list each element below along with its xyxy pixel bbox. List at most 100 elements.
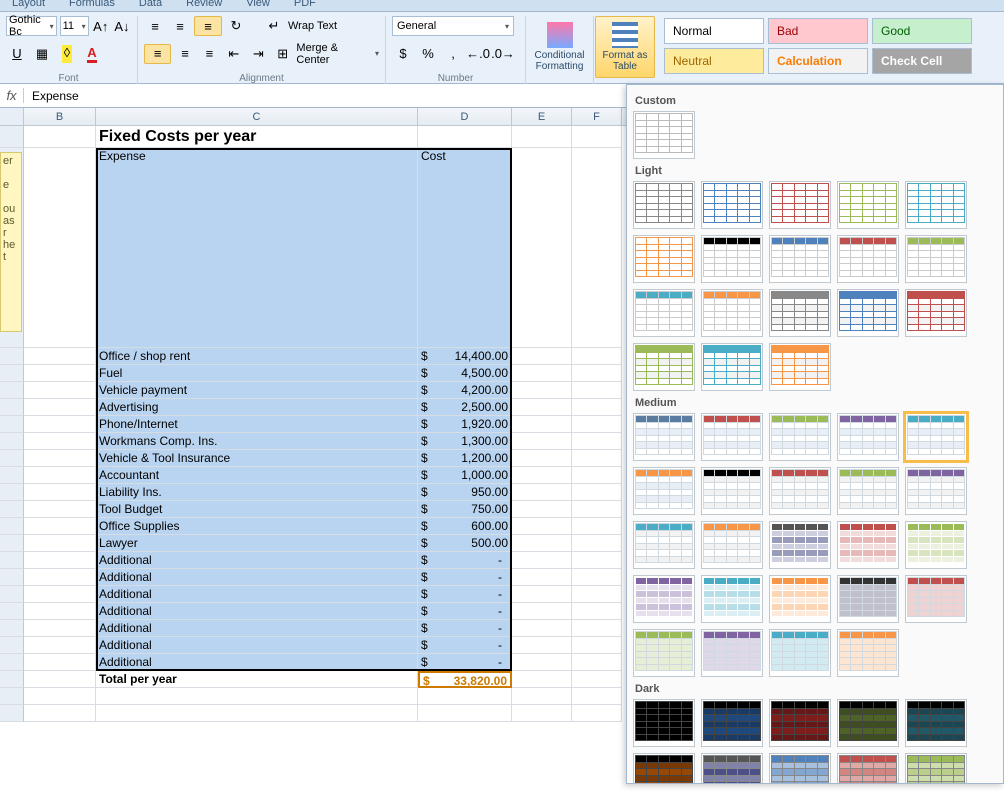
align-left-icon[interactable]: ≡ [144, 44, 171, 64]
comment-note[interactable]: er e ou as r he t [0, 152, 22, 332]
table-style-swatch[interactable] [769, 413, 831, 461]
amount-cell[interactable]: $1,200.00 [418, 450, 512, 467]
amount-cell[interactable]: $950.00 [418, 484, 512, 501]
amount-cell[interactable]: $14,400.00 [418, 348, 512, 365]
table-style-swatch[interactable] [905, 181, 967, 229]
table-style-swatch[interactable] [701, 753, 763, 784]
table-style-swatch[interactable] [769, 753, 831, 784]
style-normal[interactable]: Normal [664, 18, 764, 44]
expense-cell[interactable]: Vehicle payment [96, 382, 418, 399]
font-size-select[interactable]: 11▾ [60, 16, 89, 36]
expense-cell[interactable]: Lawyer [96, 535, 418, 552]
table-style-swatch[interactable] [769, 629, 831, 677]
table-style-swatch[interactable] [769, 181, 831, 229]
align-center-icon[interactable]: ≡ [174, 44, 195, 64]
orientation-icon[interactable]: ↻ [225, 16, 247, 36]
table-style-swatch[interactable] [769, 521, 831, 569]
expense-cell[interactable]: Phone/Internet [96, 416, 418, 433]
col-C[interactable]: C [96, 108, 418, 125]
table-style-swatch[interactable] [905, 521, 967, 569]
table-style-swatch[interactable] [905, 753, 967, 784]
amount-cell[interactable]: $- [418, 637, 512, 654]
amount-cell[interactable]: $600.00 [418, 518, 512, 535]
expense-cell[interactable]: Additional [96, 586, 418, 603]
table-style-swatch[interactable] [837, 629, 899, 677]
hdr-cost[interactable]: Cost [418, 148, 512, 348]
table-style-swatch[interactable] [701, 235, 763, 283]
amount-cell[interactable]: $2,500.00 [418, 399, 512, 416]
formula-value[interactable]: Expense [24, 89, 79, 103]
table-style-swatch[interactable] [633, 575, 695, 623]
table-style-swatch[interactable] [905, 289, 967, 337]
fill-color-icon[interactable]: ◊ [56, 44, 78, 64]
table-style-swatch[interactable] [633, 111, 695, 159]
align-top-icon[interactable]: ≡ [144, 16, 166, 36]
select-all-corner[interactable] [0, 108, 24, 125]
table-style-swatch[interactable] [837, 235, 899, 283]
table-style-swatch[interactable] [837, 413, 899, 461]
expense-cell[interactable]: Additional [96, 654, 418, 671]
table-style-swatch[interactable] [905, 467, 967, 515]
table-style-swatch[interactable] [905, 413, 967, 461]
table-style-swatch[interactable] [769, 575, 831, 623]
font-name-select[interactable]: Gothic Bc▾ [6, 16, 57, 36]
number-format-select[interactable]: General▾ [392, 16, 514, 36]
expense-cell[interactable]: Office / shop rent [96, 348, 418, 365]
table-style-swatch[interactable] [633, 467, 695, 515]
table-style-swatch[interactable] [701, 575, 763, 623]
total-amount[interactable]: $33,820.00 [418, 671, 512, 688]
col-D[interactable]: D [418, 108, 512, 125]
percent-icon[interactable]: % [417, 44, 439, 64]
table-style-swatch[interactable] [701, 629, 763, 677]
title-cell[interactable]: Fixed Costs per year [96, 126, 418, 148]
table-style-swatch[interactable] [633, 289, 695, 337]
expense-cell[interactable]: Additional [96, 552, 418, 569]
expense-cell[interactable]: Workmans Comp. Ins. [96, 433, 418, 450]
align-right-icon[interactable]: ≡ [199, 44, 220, 64]
amount-cell[interactable]: $750.00 [418, 501, 512, 518]
table-style-swatch[interactable] [837, 521, 899, 569]
amount-cell[interactable]: $1,300.00 [418, 433, 512, 450]
amount-cell[interactable]: $500.00 [418, 535, 512, 552]
underline-icon[interactable]: U [6, 44, 28, 64]
table-style-swatch[interactable] [769, 235, 831, 283]
style-checkcell[interactable]: Check Cell [872, 48, 972, 74]
increase-font-icon[interactable]: A↑ [92, 16, 110, 36]
wrap-text-button[interactable]: Wrap Text [288, 20, 337, 32]
amount-cell[interactable]: $- [418, 620, 512, 637]
table-style-swatch[interactable] [701, 699, 763, 747]
col-B[interactable]: B [24, 108, 96, 125]
table-style-swatch[interactable] [633, 521, 695, 569]
expense-cell[interactable]: Tool Budget [96, 501, 418, 518]
currency-icon[interactable]: $ [392, 44, 414, 64]
amount-cell[interactable]: $- [418, 654, 512, 671]
font-color-icon[interactable]: A [81, 44, 103, 64]
total-label[interactable]: Total per year [96, 671, 418, 688]
expense-cell[interactable]: Fuel [96, 365, 418, 382]
fx-icon[interactable]: fx [0, 88, 24, 103]
comma-icon[interactable]: , [442, 44, 464, 64]
borders-icon[interactable]: ▦ [31, 44, 53, 64]
wrap-text-icon[interactable]: ↵ [263, 16, 285, 36]
tab-formulas[interactable]: Formulas [57, 0, 127, 8]
amount-cell[interactable]: $- [418, 586, 512, 603]
table-style-swatch[interactable] [769, 467, 831, 515]
indent-increase-icon[interactable]: ⇥ [248, 44, 269, 64]
expense-cell[interactable]: Additional [96, 569, 418, 586]
hdr-expense[interactable]: Expense [96, 148, 418, 348]
expense-cell[interactable]: Liability Ins. [96, 484, 418, 501]
amount-cell[interactable]: $4,500.00 [418, 365, 512, 382]
indent-decrease-icon[interactable]: ⇤ [223, 44, 244, 64]
table-style-swatch[interactable] [769, 699, 831, 747]
style-calculation[interactable]: Calculation [768, 48, 868, 74]
table-style-swatch[interactable] [905, 699, 967, 747]
amount-cell[interactable]: $- [418, 603, 512, 620]
tab-data[interactable]: Data [127, 0, 174, 8]
table-style-swatch[interactable] [633, 343, 695, 391]
style-bad[interactable]: Bad [768, 18, 868, 44]
expense-cell[interactable]: Additional [96, 620, 418, 637]
table-style-swatch[interactable] [701, 413, 763, 461]
table-style-swatch[interactable] [837, 289, 899, 337]
tab-review[interactable]: Review [174, 0, 234, 8]
expense-cell[interactable]: Advertising [96, 399, 418, 416]
